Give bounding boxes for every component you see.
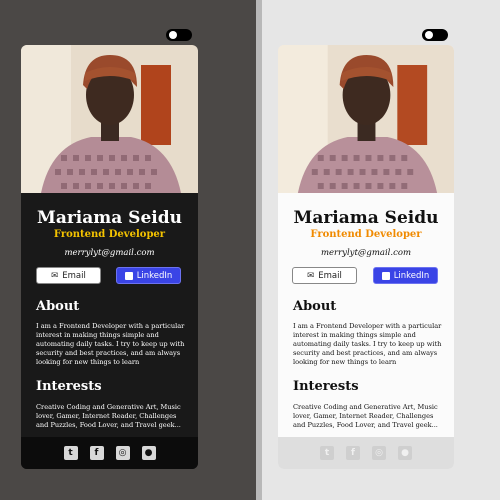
mail-icon: ✉ xyxy=(307,270,315,281)
theme-toggle[interactable] xyxy=(166,29,192,41)
dark-theme-panel: Mariama Seidu Frontend Developer merryly… xyxy=(0,0,256,500)
linkedin-icon xyxy=(124,271,133,280)
email-button-label: Email xyxy=(318,270,342,281)
profile-card: Mariama Seidu Frontend Developer merryly… xyxy=(278,45,454,469)
profile-email: merrylyt@gmail.com xyxy=(320,248,412,258)
instagram-icon[interactable]: ◎ xyxy=(115,446,130,460)
profile-photo xyxy=(21,45,198,193)
light-theme-panel: Mariama Seidu Frontend Developer merryly… xyxy=(262,0,500,500)
about-heading: About xyxy=(36,299,80,314)
profile-title: Frontend Developer xyxy=(310,229,422,240)
linkedin-button-label: LinkedIn xyxy=(393,270,430,281)
facebook-icon[interactable]: f xyxy=(89,446,104,460)
linkedin-icon xyxy=(381,271,390,280)
email-button[interactable]: ✉ Email xyxy=(292,267,357,284)
social-footer: t f ◎ ● xyxy=(278,437,454,469)
facebook-icon[interactable]: f xyxy=(346,446,360,460)
linkedin-button[interactable]: LinkedIn xyxy=(373,267,438,284)
toggle-knob xyxy=(425,31,433,39)
about-heading: About xyxy=(293,299,337,314)
twitter-icon[interactable]: t xyxy=(320,446,334,460)
theme-toggle[interactable] xyxy=(422,29,448,41)
linkedin-button[interactable]: LinkedIn xyxy=(116,267,181,284)
profile-card: Mariama Seidu Frontend Developer merryly… xyxy=(21,45,198,469)
social-footer: t f ◎ ● xyxy=(21,437,198,469)
email-button-label: Email xyxy=(62,270,86,281)
interests-text: Creative Coding and Generative Art, Musi… xyxy=(36,403,181,429)
mail-icon: ✉ xyxy=(51,270,59,281)
email-button[interactable]: ✉ Email xyxy=(36,267,101,284)
twitter-icon[interactable]: t xyxy=(63,446,78,460)
linkedin-button-label: LinkedIn xyxy=(136,270,173,281)
github-icon[interactable]: ● xyxy=(398,446,412,460)
profile-photo xyxy=(278,45,454,193)
profile-name: Mariama Seidu xyxy=(37,208,182,228)
interests-text: Creative Coding and Generative Art, Musi… xyxy=(293,403,438,429)
about-text: I am a Frontend Developer with a particu… xyxy=(36,322,185,366)
profile-title: Frontend Developer xyxy=(53,229,166,240)
profile-name: Mariama Seidu xyxy=(293,208,439,228)
interests-heading: Interests xyxy=(293,379,359,394)
github-icon[interactable]: ● xyxy=(141,446,156,460)
interests-heading: Interests xyxy=(36,379,102,394)
about-text: I am a Frontend Developer with a particu… xyxy=(293,322,442,366)
instagram-icon[interactable]: ◎ xyxy=(372,446,386,460)
toggle-knob xyxy=(169,31,177,39)
profile-email: merrylyt@gmail.com xyxy=(64,248,155,258)
